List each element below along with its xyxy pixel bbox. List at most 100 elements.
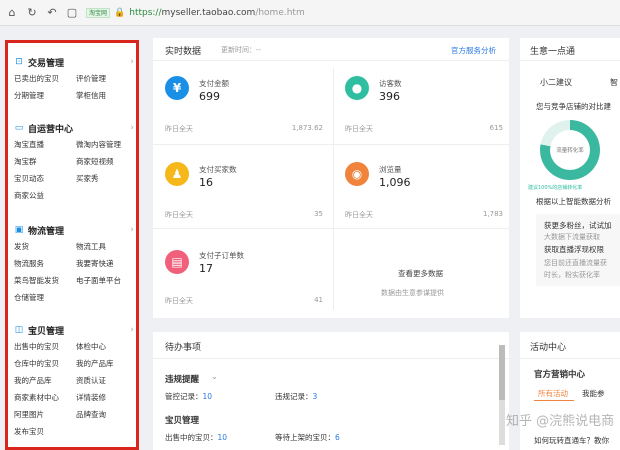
stat-label: 浏览量 bbox=[379, 165, 402, 174]
watermark: 知乎 @浣熊说电商 bbox=[506, 414, 615, 429]
tab-suggestion[interactable]: 小二建议 bbox=[540, 77, 572, 88]
section-header[interactable]: ▣ 物流管理 › bbox=[14, 223, 134, 237]
activity-footer-link[interactable]: 如何玩转直通车？教你 bbox=[534, 435, 609, 446]
sidebar-link[interactable]: 评价管理 bbox=[76, 73, 134, 84]
browser-toolbar: ⌂ ↻ ↶ ▢ 淘宝网 🔒 https://myseller.taobao.co… bbox=[0, 0, 620, 26]
advice-note: 根据以上智能数据分析 bbox=[536, 197, 611, 206]
tab-eligible[interactable]: 我能参 bbox=[582, 388, 605, 399]
sidebar-link[interactable]: 阿里图片 bbox=[14, 409, 76, 420]
sidebar-link[interactable]: 仓库中的宝贝 bbox=[14, 358, 76, 369]
todo-card: 待办事项 违规提醒 ⌄ 管控记录：10 违规记录：3 宝贝管理 出售中的宝贝：1… bbox=[153, 332, 509, 450]
stat-foot-value: 1,783 bbox=[482, 210, 503, 218]
service-analysis-link[interactable]: 官方服务分析 bbox=[451, 45, 496, 56]
tab-smart[interactable]: 智 bbox=[610, 77, 618, 88]
section-header[interactable]: ◫ 宝贝管理 › bbox=[14, 323, 134, 337]
stat-value: 1,096 bbox=[379, 176, 411, 189]
address-bar[interactable]: 淘宝网 🔒 https://myseller.taobao.com/home.h… bbox=[86, 4, 606, 22]
chevron-right-icon[interactable]: › bbox=[130, 123, 134, 133]
stat-label: 支付子订单数 bbox=[199, 251, 244, 260]
section-header[interactable]: ⊡ 交易管理 › bbox=[14, 55, 134, 69]
stat-foot-value: 615 bbox=[489, 124, 503, 132]
sidebar-link[interactable]: 我要寄快递 bbox=[76, 258, 134, 269]
advice-card: 生意一点通 小二建议 智 您与竞争店铺的对比建 流量转化率 建议100%的店铺转… bbox=[520, 38, 620, 318]
advice-line: 获取直播浮现权限 bbox=[544, 245, 604, 254]
data-source-note: 数据由生意参谋提供 bbox=[381, 289, 444, 297]
sidebar-link[interactable]: 掌柜信用 bbox=[76, 90, 134, 101]
sidebar-link[interactable]: 资质认证 bbox=[76, 375, 134, 386]
scrollbar[interactable] bbox=[499, 345, 505, 445]
yen-icon: ¥ bbox=[165, 76, 189, 100]
home-icon[interactable]: ⌂ bbox=[6, 6, 18, 19]
chevron-right-icon[interactable]: › bbox=[130, 57, 134, 67]
donut-label: 流量转化率 bbox=[550, 130, 590, 170]
refresh-icon[interactable]: ↻ bbox=[26, 6, 38, 19]
stat-value: 396 bbox=[379, 90, 400, 103]
bag-icon: ◫ bbox=[14, 325, 24, 335]
todo-item[interactable]: 违规记录：3 bbox=[275, 391, 317, 402]
stat-foot-label: 昨日全天 bbox=[345, 211, 373, 219]
scrollbar-thumb[interactable] bbox=[499, 345, 505, 400]
sidebar-link[interactable]: 物流服务 bbox=[14, 258, 76, 269]
stat-foot-label: 昨日全天 bbox=[165, 125, 193, 133]
sidebar-link[interactable]: 我的产品库 bbox=[76, 358, 134, 369]
stat-foot-label: 昨日全天 bbox=[165, 211, 193, 219]
sidebar-link[interactable]: 菜鸟智能发货 bbox=[14, 275, 76, 286]
more-data-link[interactable]: 查看更多数据 bbox=[398, 268, 443, 279]
stat-value: 699 bbox=[199, 90, 220, 103]
sidebar-link[interactable]: 商家短视频 bbox=[76, 156, 134, 167]
sidebar-link[interactable]: 淘宝群 bbox=[14, 156, 76, 167]
conversion-donut: 流量转化率 bbox=[540, 120, 600, 180]
sidebar-link[interactable]: 物流工具 bbox=[76, 241, 134, 252]
advice-text: 您与竞争店铺的对比建 bbox=[536, 102, 611, 111]
tab-all-activities[interactable]: 所有活动 bbox=[538, 388, 568, 399]
sidebar-link[interactable]: 分期管理 bbox=[14, 90, 76, 101]
chevron-right-icon[interactable]: › bbox=[130, 225, 134, 235]
todo-item[interactable]: 管控记录：10 bbox=[165, 391, 212, 402]
sidebar-link[interactable]: 宝贝动态 bbox=[14, 173, 76, 184]
sidebar: ⊡ 交易管理 › 已卖出的宝贝 评价管理 分期管理 掌柜信用 ▭ 自运营中心 ›… bbox=[5, 40, 139, 450]
sidebar-link[interactable]: 买家秀 bbox=[76, 173, 134, 184]
sidebar-link[interactable]: 商家公益 bbox=[14, 190, 76, 201]
todo-item-value: 10 bbox=[217, 433, 228, 442]
sidebar-link[interactable]: 已卖出的宝贝 bbox=[14, 73, 76, 84]
todo-item-label: 出售中的宝贝： bbox=[165, 433, 218, 442]
sidebar-link[interactable]: 详情装修 bbox=[76, 392, 134, 403]
sidebar-link[interactable]: 体检中心 bbox=[76, 341, 134, 352]
url-path: /home.htm bbox=[255, 7, 305, 18]
site-badge: 淘宝网 bbox=[86, 7, 111, 18]
back-icon[interactable]: ↶ bbox=[46, 6, 58, 19]
section-header[interactable]: ▭ 自运营中心 › bbox=[14, 121, 134, 135]
url-prefix: https:// bbox=[129, 7, 162, 18]
sidebar-section-goods: ◫ 宝贝管理 › 出售中的宝贝 体检中心 仓库中的宝贝 我的产品库 我的产品库 … bbox=[14, 323, 134, 437]
sidebar-link[interactable]: 发布宝贝 bbox=[14, 426, 76, 437]
todo-item-value: 10 bbox=[202, 392, 213, 401]
section-title: 自运营中心 bbox=[28, 124, 74, 135]
sidebar-link[interactable]: 出售中的宝贝 bbox=[14, 341, 76, 352]
activity-card: 活动中心 官方营销中心 所有活动 我能参 如何玩转直通车？教你 bbox=[520, 332, 620, 450]
chevron-right-icon[interactable]: › bbox=[130, 325, 134, 335]
sidebar-link[interactable]: 品牌查询 bbox=[76, 409, 134, 420]
violation-title: 违规提醒 bbox=[165, 375, 200, 385]
stat-foot-value: 35 bbox=[314, 210, 323, 218]
truck-icon: ▣ bbox=[14, 225, 24, 235]
todo-item[interactable]: 等待上架的宝贝：6 bbox=[275, 432, 340, 443]
sidebar-link[interactable]: 淘宝直播 bbox=[14, 139, 76, 150]
sidebar-link[interactable]: 微淘内容管理 bbox=[76, 139, 134, 150]
sidebar-link[interactable]: 仓储管理 bbox=[14, 292, 76, 303]
stat-value: 16 bbox=[199, 176, 213, 189]
visitors-icon: ● bbox=[345, 76, 369, 100]
todo-item-value: 3 bbox=[312, 392, 318, 401]
todo-item[interactable]: 出售中的宝贝：10 bbox=[165, 432, 227, 443]
donut-note: 建议100%的店铺转化率 bbox=[528, 185, 583, 191]
todo-item-label: 等待上架的宝贝： bbox=[275, 433, 335, 442]
orders-icon: ▤ bbox=[165, 250, 189, 274]
sidebar-link[interactable]: 我的产品库 bbox=[14, 375, 76, 386]
divider bbox=[333, 68, 334, 310]
sidebar-link[interactable]: 电子面单平台 bbox=[76, 275, 134, 286]
sidebar-link[interactable]: 发货 bbox=[14, 241, 76, 252]
section-title: 物流管理 bbox=[28, 226, 65, 237]
chevron-down-icon[interactable]: ⌄ bbox=[211, 372, 218, 381]
eye-icon: ◉ bbox=[345, 162, 369, 186]
sidebar-link[interactable]: 商家素材中心 bbox=[14, 392, 76, 403]
card-title: 生意一点通 bbox=[530, 47, 576, 57]
